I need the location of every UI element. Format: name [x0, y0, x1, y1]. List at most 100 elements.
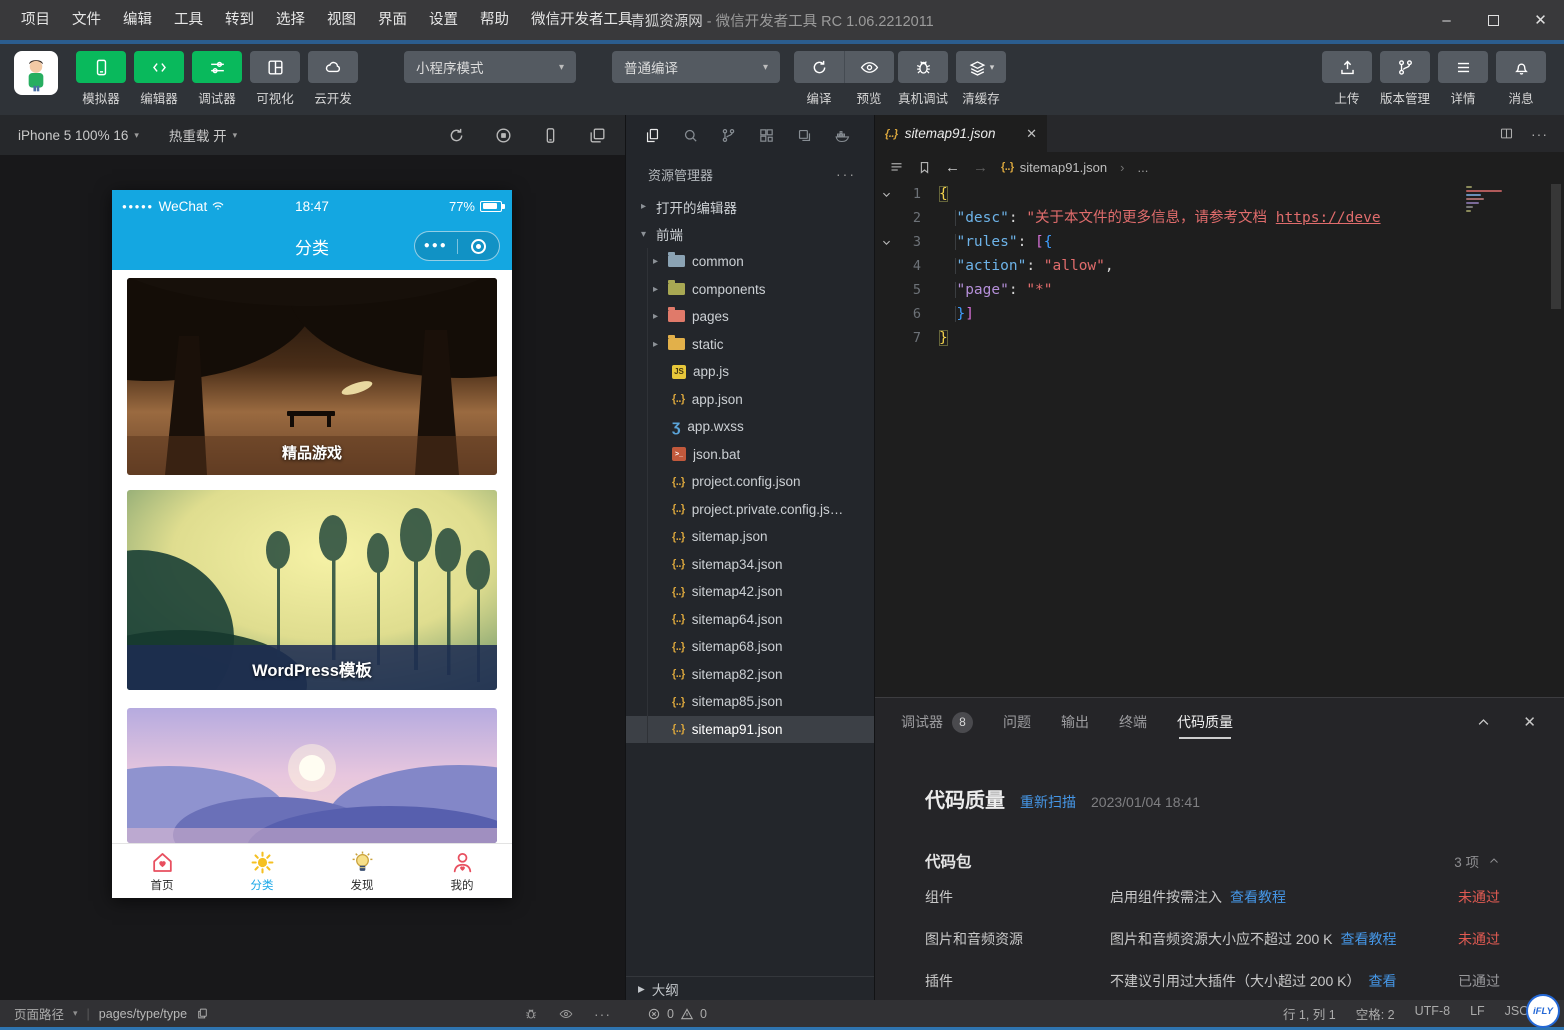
- menu-item[interactable]: 微信开发者工具: [520, 0, 644, 40]
- compile-mode-select[interactable]: 普通编译 ▾: [612, 51, 780, 83]
- file-json.bat[interactable]: >_ json.bat: [626, 441, 874, 469]
- bookmark-icon[interactable]: [917, 160, 932, 175]
- file-static[interactable]: ▸ static: [626, 331, 874, 359]
- panel-tab-问题[interactable]: 问题: [1003, 698, 1031, 746]
- explorer-more-button[interactable]: ···: [836, 166, 856, 182]
- avatar[interactable]: [14, 51, 58, 95]
- fold-chevron-icon[interactable]: [875, 182, 897, 206]
- minimize-button[interactable]: –: [1423, 0, 1470, 40]
- docker-icon[interactable]: [834, 127, 851, 144]
- search-icon[interactable]: [682, 127, 699, 144]
- quality-link[interactable]: 查看教程: [1340, 931, 1396, 947]
- outline-section[interactable]: ▸ 大纲: [626, 976, 874, 1000]
- stop-icon[interactable]: [494, 126, 513, 145]
- ime-badge[interactable]: iFLY: [1526, 994, 1560, 1028]
- mode-select[interactable]: 小程序模式 ▾: [404, 51, 576, 83]
- upload-button[interactable]: [1322, 51, 1372, 83]
- file-sitemap42.json[interactable]: {..} sitemap42.json: [626, 578, 874, 606]
- scrollbar[interactable]: [1551, 184, 1561, 309]
- capsule-menu[interactable]: ●●●: [414, 231, 500, 261]
- menu-item[interactable]: 视图: [316, 0, 367, 40]
- arrow-left-icon[interactable]: ←: [945, 159, 960, 176]
- category-card-partial[interactable]: [127, 708, 497, 843]
- menu-item[interactable]: 选择: [265, 0, 316, 40]
- bug-icon[interactable]: [524, 1007, 538, 1021]
- statusbar-segment[interactable]: 行 1, 列 1: [1283, 1004, 1336, 1023]
- file-sitemap.json[interactable]: {..} sitemap.json: [626, 523, 874, 551]
- breadcrumb-more[interactable]: ...: [1137, 160, 1148, 175]
- menu-item[interactable]: 工具: [163, 0, 214, 40]
- eye-icon[interactable]: [559, 1007, 573, 1021]
- more-actions-icon[interactable]: ···: [594, 1006, 611, 1022]
- menu-item[interactable]: 帮助: [469, 0, 520, 40]
- menu-item[interactable]: 转到: [214, 0, 265, 40]
- file-pages[interactable]: ▸ pages: [626, 303, 874, 331]
- tabbar-item-发现[interactable]: 发现: [312, 844, 412, 898]
- windows-icon[interactable]: [588, 126, 607, 145]
- phone-button[interactable]: [76, 51, 126, 83]
- file-sitemap82.json[interactable]: {..} sitemap82.json: [626, 661, 874, 689]
- menu-item[interactable]: 项目: [10, 0, 61, 40]
- file-sitemap68.json[interactable]: {..} sitemap68.json: [626, 633, 874, 661]
- rescan-link[interactable]: 重新扫描: [1020, 792, 1076, 812]
- chevron-up-icon[interactable]: [1476, 715, 1491, 730]
- statusbar-segment[interactable]: UTF-8: [1415, 1004, 1450, 1023]
- device-icon[interactable]: [541, 126, 560, 145]
- file-app.json[interactable]: {..} app.json: [626, 386, 874, 414]
- close-icon[interactable]: ✕: [1523, 713, 1536, 731]
- file-sitemap91.json[interactable]: {..} sitemap91.json: [626, 715, 874, 743]
- quality-link[interactable]: 查看: [1368, 973, 1396, 989]
- more-actions-icon[interactable]: ···: [1531, 126, 1548, 142]
- file-sitemap34.json[interactable]: {..} sitemap34.json: [626, 551, 874, 579]
- close-icon[interactable]: ✕: [1026, 126, 1037, 142]
- quality-link[interactable]: 查看教程: [1230, 889, 1286, 905]
- tabbar-item-我的[interactable]: 我的: [412, 844, 512, 898]
- bug-button[interactable]: [898, 51, 948, 83]
- file-project.private.config.js…[interactable]: {..} project.private.config.js…: [626, 496, 874, 524]
- section-root[interactable]: ▾ 前端: [626, 221, 874, 249]
- outline-list-icon[interactable]: [889, 160, 904, 175]
- fold-chevron-icon[interactable]: [875, 230, 897, 254]
- eye-button[interactable]: [844, 51, 894, 83]
- branch-button[interactable]: [1380, 51, 1430, 83]
- section-open-editors[interactable]: ▸ 打开的编辑器: [626, 193, 874, 221]
- tabbar-item-分类[interactable]: 分类: [212, 844, 312, 898]
- maximize-button[interactable]: [1470, 0, 1517, 40]
- sliders-button[interactable]: [192, 51, 242, 83]
- close-button[interactable]: ✕: [1517, 0, 1564, 40]
- cloud-button[interactable]: [308, 51, 358, 83]
- file-sitemap85.json[interactable]: {..} sitemap85.json: [626, 688, 874, 716]
- blocks-icon[interactable]: [758, 127, 775, 144]
- more-dots-icon[interactable]: ●●●: [415, 241, 457, 251]
- panel-tab-终端[interactable]: 终端: [1119, 698, 1147, 746]
- menu-item[interactable]: 文件: [61, 0, 112, 40]
- copy-icon[interactable]: [196, 1007, 209, 1020]
- statusbar-problems[interactable]: 0 0: [625, 1007, 875, 1021]
- split-editor-icon[interactable]: [1499, 126, 1514, 141]
- capsule-close-icon[interactable]: [458, 238, 500, 254]
- layers-button[interactable]: ▾: [956, 51, 1006, 83]
- page-path-label[interactable]: 页面路径: [14, 1004, 64, 1023]
- file-app.wxss[interactable]: ʒ app.wxss: [626, 413, 874, 441]
- menu-item[interactable]: 编辑: [112, 0, 163, 40]
- refresh-button[interactable]: [794, 51, 844, 83]
- menu-item[interactable]: 设置: [418, 0, 469, 40]
- menu-item[interactable]: 界面: [367, 0, 418, 40]
- panel-tab-输出[interactable]: 输出: [1061, 698, 1089, 746]
- layout-button[interactable]: [250, 51, 300, 83]
- file-app.js[interactable]: JS app.js: [626, 358, 874, 386]
- arrow-right-icon[interactable]: →: [973, 159, 988, 176]
- refresh-icon[interactable]: [447, 126, 466, 145]
- file-components[interactable]: ▸ components: [626, 276, 874, 304]
- device-select[interactable]: iPhone 5 100% 16 ▾: [18, 128, 139, 143]
- files-icon[interactable]: [644, 127, 661, 144]
- tab-sitemap91[interactable]: {..} sitemap91.json ✕: [875, 115, 1047, 152]
- file-project.config.json[interactable]: {..} project.config.json: [626, 468, 874, 496]
- category-card-wordpress[interactable]: WordPress模板: [127, 490, 497, 690]
- breadcrumb-file[interactable]: {..} sitemap91.json: [1001, 160, 1107, 175]
- statusbar-segment[interactable]: LF: [1470, 1004, 1485, 1023]
- category-card-games[interactable]: 精品游戏: [127, 278, 497, 475]
- git-icon[interactable]: [720, 127, 737, 144]
- tabbar-item-首页[interactable]: 首页: [112, 844, 212, 898]
- file-common[interactable]: ▸ common: [626, 248, 874, 276]
